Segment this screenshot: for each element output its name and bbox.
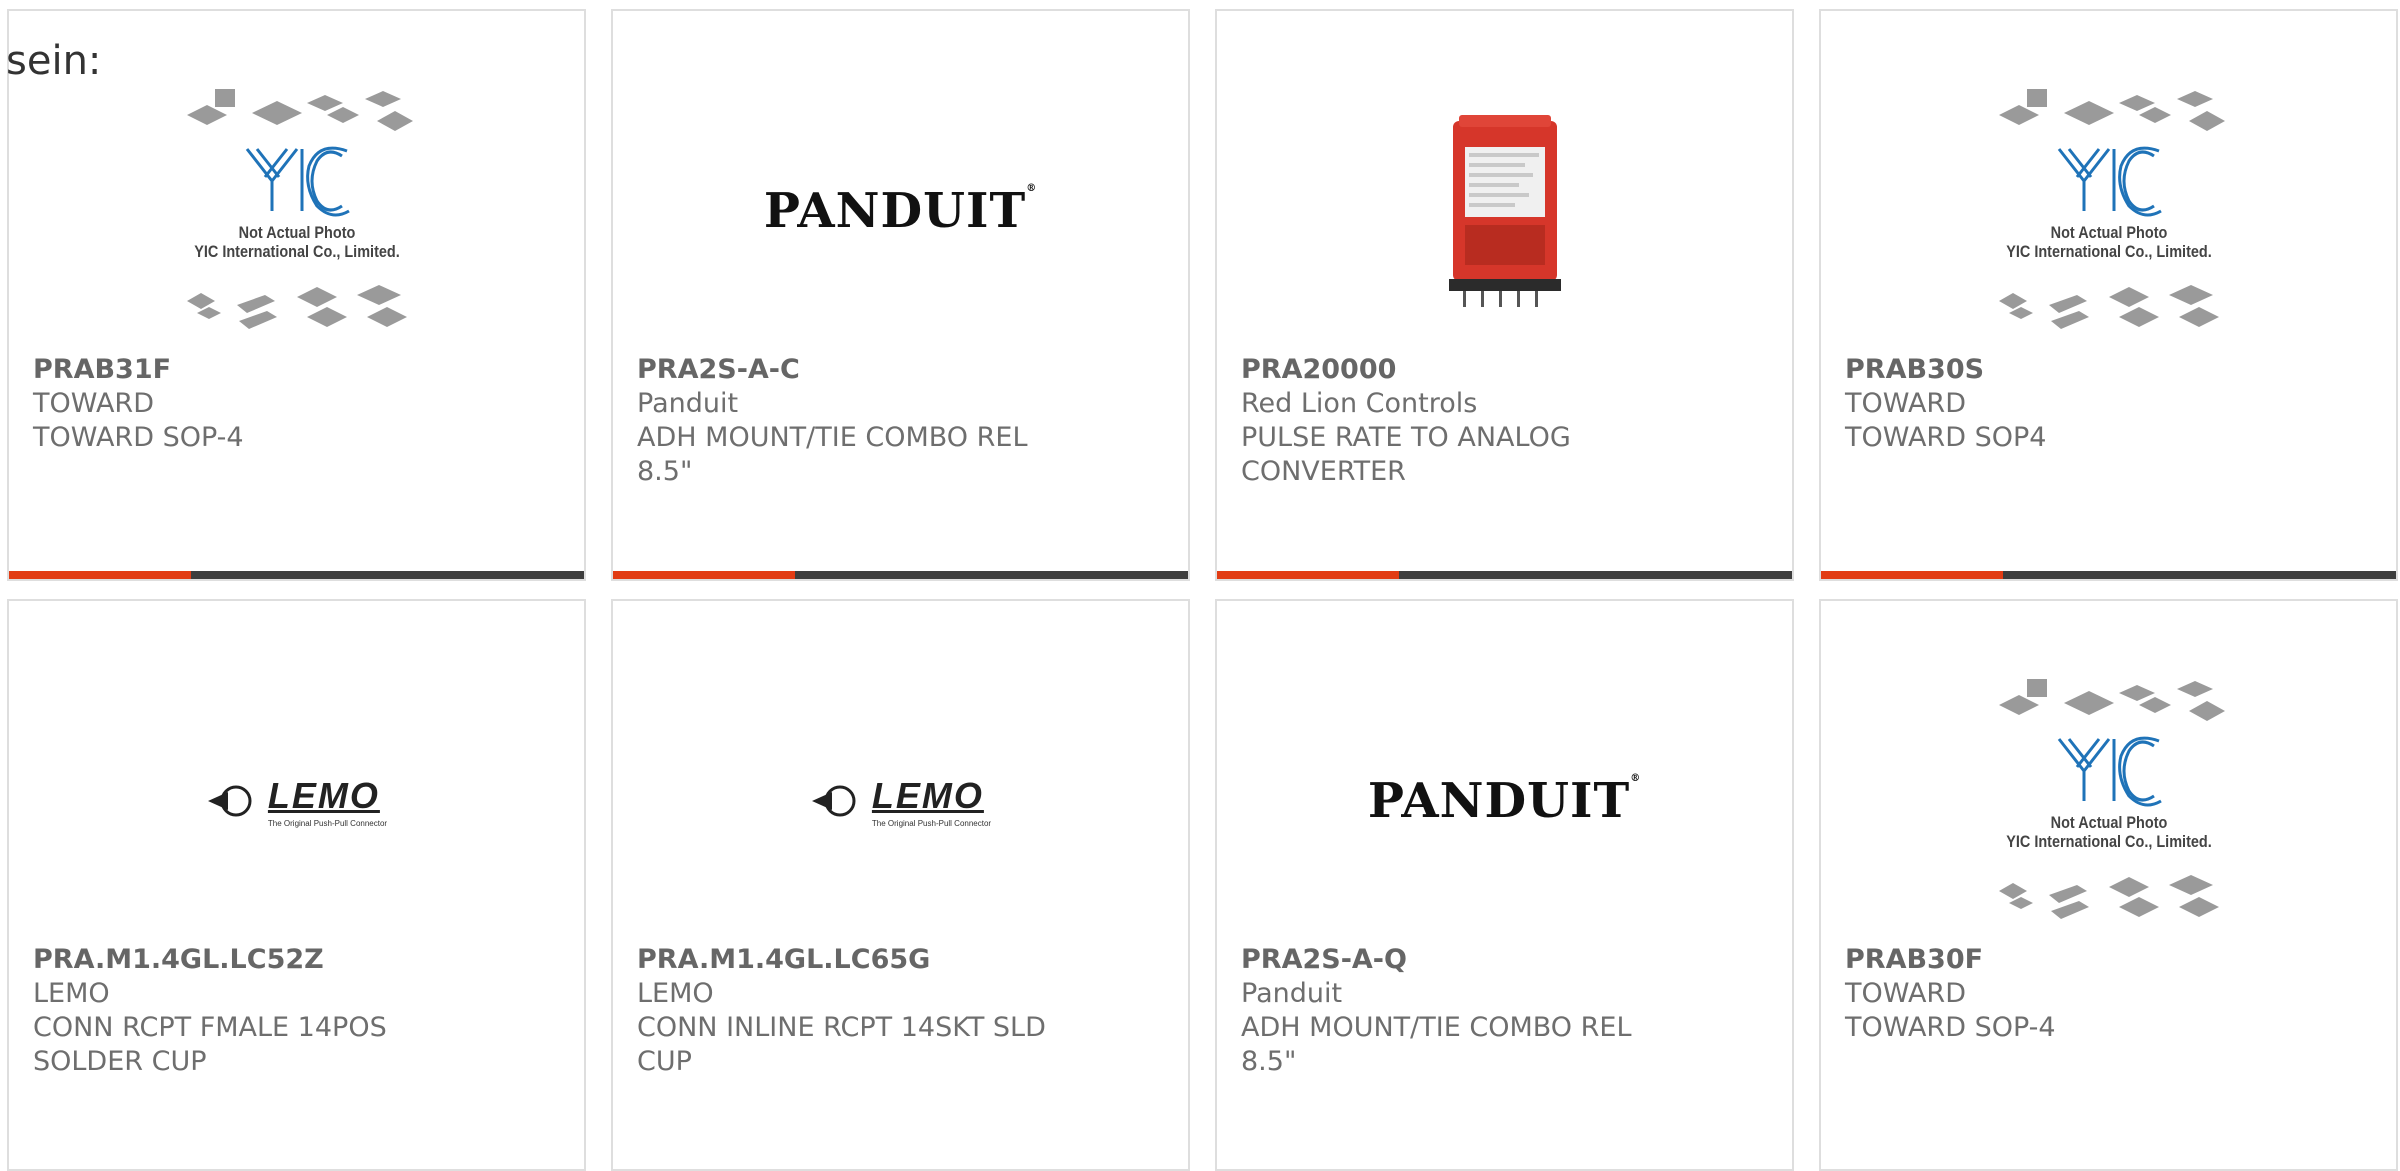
card-accent-bar — [1217, 571, 1399, 579]
product-description: PULSE RATE TO ANALOG CONVERTER — [1241, 422, 1571, 487]
manufacturer-name: Panduit — [1241, 978, 1343, 1009]
manufacturer-name: Panduit — [637, 388, 739, 419]
panduit-logo: PANDUIT® — [1367, 773, 1642, 829]
panduit-logo: PANDUIT® — [763, 183, 1038, 239]
image-caption-1: Not Actual Photo — [2050, 813, 2167, 832]
product-image[interactable]: LEMO The Original Push-Pull Connector — [613, 661, 1188, 941]
manufacturer-name: TOWARD — [1845, 978, 1966, 1009]
part-number-link[interactable]: PRAB30F — [1845, 943, 2372, 977]
logo-text: PANDUIT — [763, 183, 1027, 239]
card-accent-bar — [1821, 571, 2003, 579]
lemo-logo: LEMO The Original Push-Pull Connector — [206, 775, 387, 828]
product-description: TOWARD SOP4 — [1845, 422, 2047, 453]
card-bottom-bar — [1821, 571, 2396, 579]
part-number-link[interactable]: PRA2S-A-Q — [1241, 943, 1768, 977]
product-image[interactable]: PANDUIT® — [613, 71, 1188, 351]
manufacturer-name: LEMO — [637, 978, 714, 1009]
product-description: ADH MOUNT/TIE COMBO REL 8.5" — [637, 422, 1028, 487]
card-accent-bar — [613, 571, 795, 579]
product-description: CONN RCPT FMALE 14POS SOLDER CUP — [33, 1012, 387, 1077]
yic-placeholder-image: Not Actual Photo YIC International Co., … — [1969, 81, 2249, 341]
logo-text: PANDUIT — [1367, 773, 1631, 829]
red-module-photo — [1448, 115, 1561, 307]
product-image[interactable]: Not Actual Photo YIC International Co., … — [9, 71, 584, 351]
product-description: TOWARD SOP-4 — [33, 422, 244, 453]
part-number-link[interactable]: PRA.M1.4GL.LC65G — [637, 943, 1164, 977]
product-image[interactable]: PANDUIT® — [1217, 661, 1792, 941]
intro-text: sein: — [6, 38, 102, 84]
product-card[interactable]: PANDUIT® PRA2S-A-C Panduit ADH MOUNT/TIE… — [611, 9, 1190, 581]
card-bottom-bar — [9, 571, 584, 579]
lemo-logo: LEMO The Original Push-Pull Connector — [810, 775, 991, 828]
image-caption-1: Not Actual Photo — [238, 223, 355, 242]
product-card[interactable]: PRA20000 Red Lion Controls PULSE RATE TO… — [1215, 9, 1794, 581]
manufacturer-name: Red Lion Controls — [1241, 388, 1478, 419]
logo-text: LEMO — [871, 774, 984, 816]
product-card[interactable]: LEMO The Original Push-Pull Connector PRA… — [7, 599, 586, 1171]
lemo-emblem-icon — [207, 785, 252, 817]
image-caption-2: YIC International Co., Limited. — [2005, 832, 2212, 851]
lemo-emblem-icon — [811, 785, 856, 817]
product-image[interactable] — [1217, 71, 1792, 351]
product-card[interactable]: LEMO The Original Push-Pull Connector PRA… — [611, 599, 1190, 1171]
part-number-link[interactable]: PRA2S-A-C — [637, 353, 1164, 387]
manufacturer-name: TOWARD — [33, 388, 154, 419]
manufacturer-name: LEMO — [33, 978, 110, 1009]
product-description: ADH MOUNT/TIE COMBO REL 8.5" — [1241, 1012, 1632, 1077]
product-description: CONN INLINE RCPT 14SKT SLD CUP — [637, 1012, 1046, 1077]
product-description: TOWARD SOP-4 — [1845, 1012, 2056, 1043]
image-caption-2: YIC International Co., Limited. — [193, 242, 400, 261]
part-number-link[interactable]: PRA.M1.4GL.LC52Z — [33, 943, 560, 977]
product-card[interactable]: PANDUIT® PRA2S-A-Q Panduit ADH MOUNT/TIE… — [1215, 599, 1794, 1171]
product-card[interactable]: Not Actual Photo YIC International Co., … — [1819, 9, 2398, 581]
image-caption-2: YIC International Co., Limited. — [2005, 242, 2212, 261]
yic-placeholder-image: Not Actual Photo YIC International Co., … — [1969, 671, 2249, 931]
product-card[interactable]: Not Actual Photo YIC International Co., … — [7, 9, 586, 581]
card-bottom-bar — [1217, 571, 1792, 579]
part-number-link[interactable]: PRAB30S — [1845, 353, 2372, 387]
logo-text: LEMO — [267, 774, 380, 816]
product-image[interactable]: Not Actual Photo YIC International Co., … — [1821, 661, 2396, 941]
part-number-link[interactable]: PRAB31F — [33, 353, 560, 387]
product-card[interactable]: Not Actual Photo YIC International Co., … — [1819, 599, 2398, 1171]
manufacturer-name: TOWARD — [1845, 388, 1966, 419]
image-caption-1: Not Actual Photo — [2050, 223, 2167, 242]
logo-tagline: The Original Push-Pull Connector — [267, 818, 388, 828]
product-image[interactable]: LEMO The Original Push-Pull Connector — [9, 661, 584, 941]
product-image[interactable]: Not Actual Photo YIC International Co., … — [1821, 71, 2396, 351]
card-bottom-bar — [613, 571, 1188, 579]
card-accent-bar — [9, 571, 191, 579]
logo-tagline: The Original Push-Pull Connector — [871, 818, 992, 828]
yic-placeholder-image: Not Actual Photo YIC International Co., … — [157, 81, 437, 341]
part-number-link[interactable]: PRA20000 — [1241, 353, 1768, 387]
